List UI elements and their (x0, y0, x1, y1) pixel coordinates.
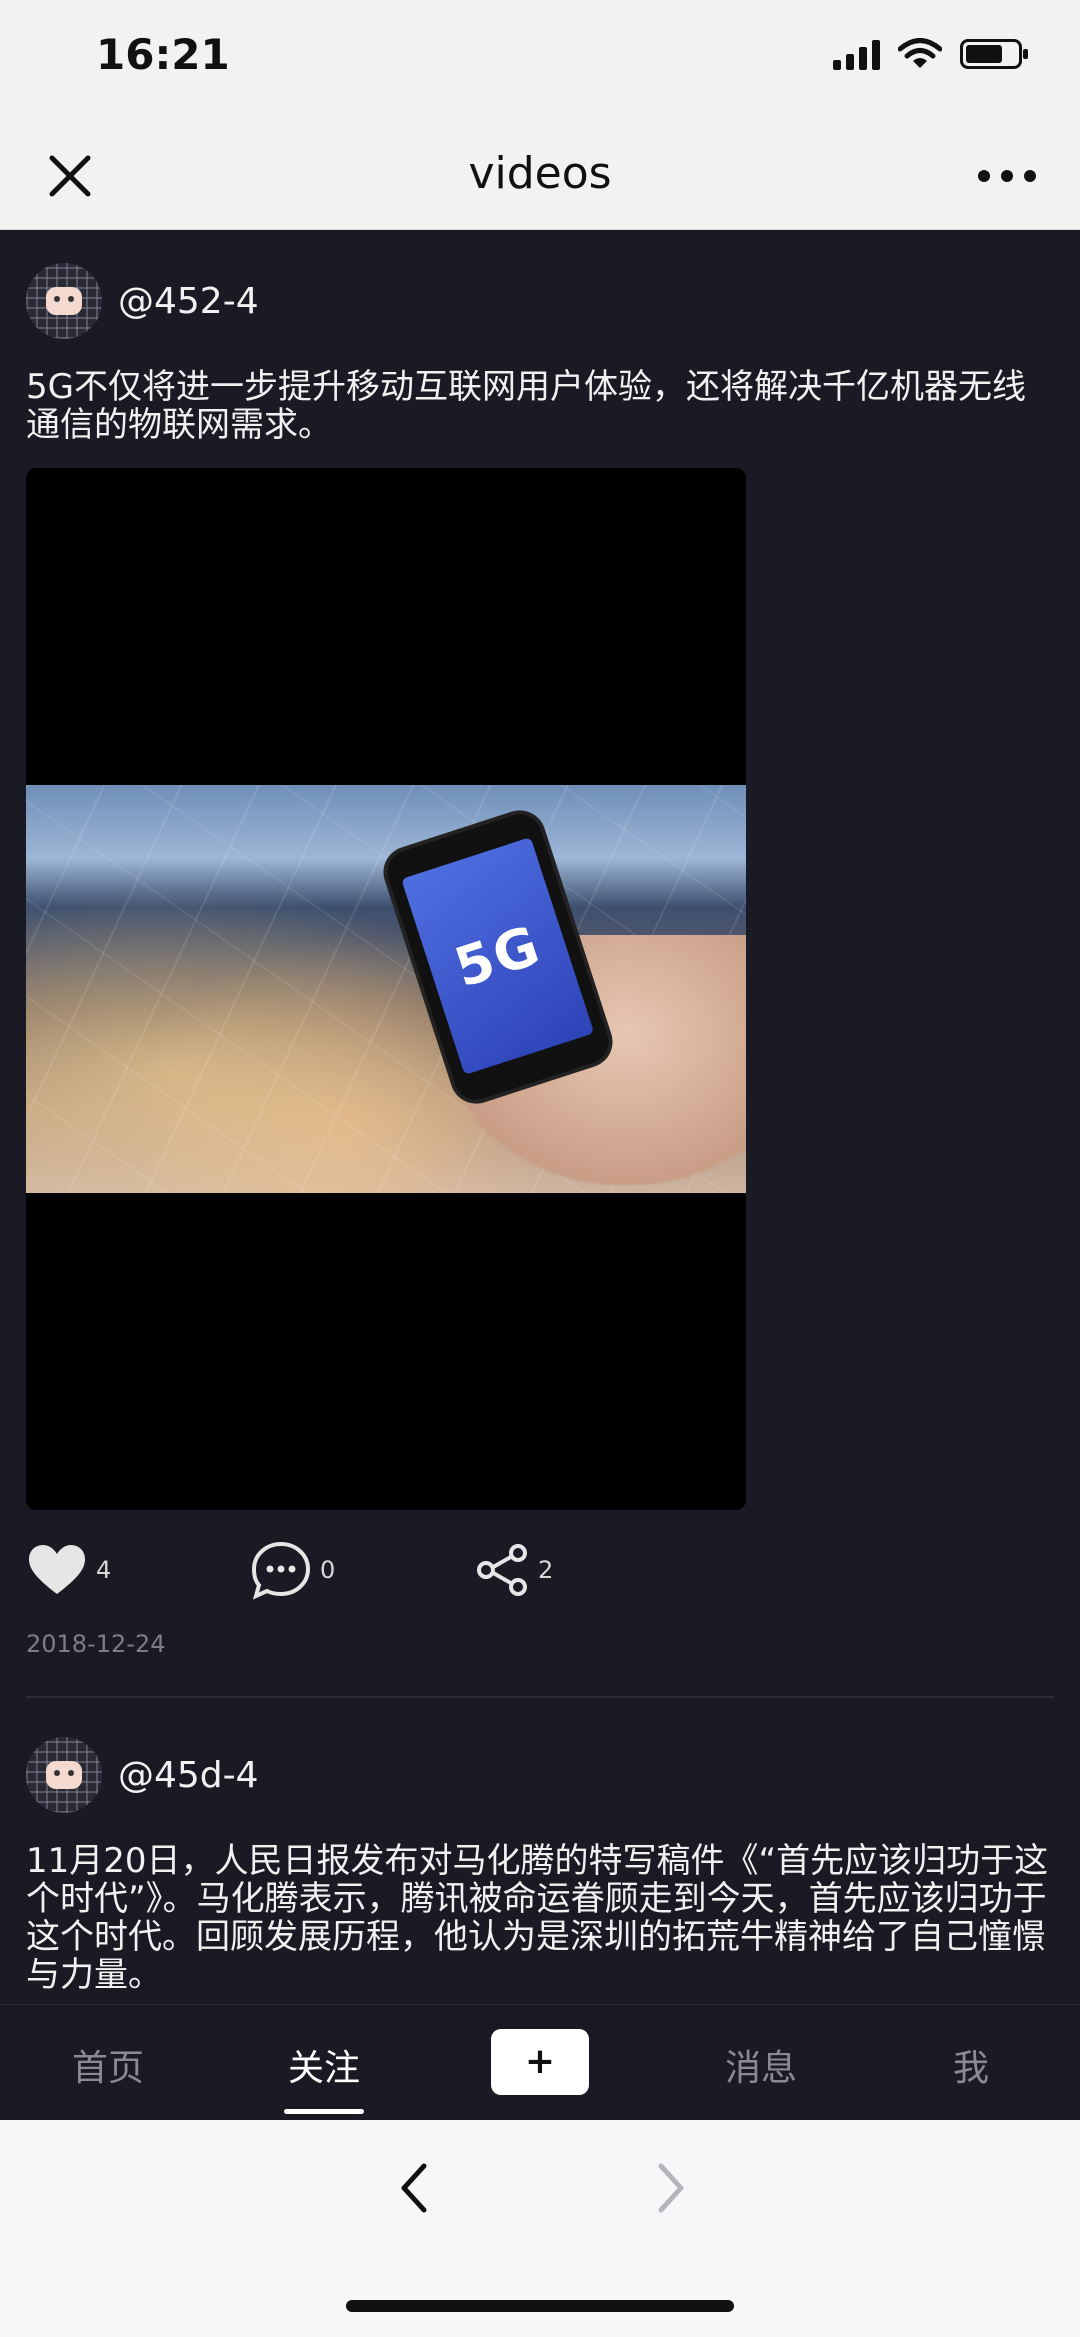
forward-arrow-icon[interactable] (645, 2158, 695, 2218)
comment-count: 0 (320, 1556, 336, 1584)
page-title: videos (468, 148, 612, 199)
share-count: 2 (538, 1556, 554, 1584)
video-thumbnail: 5G (26, 785, 746, 1193)
wifi-icon (898, 38, 942, 68)
like-count: 4 (96, 1556, 112, 1584)
avatar[interactable] (26, 263, 102, 339)
status-bar: 16:21 (0, 0, 1080, 118)
post-text: 5G不仅将进一步提升移动互联网用户体验，还将解决千亿机器无线通信的物联网需求。 (26, 367, 1026, 445)
tab-bar: 首页 关注 + 消息 我 (0, 2004, 1080, 2120)
post-header: @452-4 (26, 230, 1054, 366)
tab-following[interactable]: 关注 (244, 2039, 404, 2091)
nav-bar: videos (0, 118, 1080, 230)
avatar[interactable] (26, 1737, 102, 1813)
battery-icon (960, 39, 1028, 69)
post-date: 2018-12-24 (26, 1630, 166, 1658)
video-feed[interactable]: @452-4 5G不仅将进一步提升移动互联网用户体验，还将解决千亿机器无线通信的… (0, 230, 1080, 2004)
heart-icon (29, 1545, 85, 1594)
status-time: 16:21 (96, 30, 230, 79)
video-overlay-text: 5G (447, 912, 549, 1000)
like-button[interactable]: 4 (26, 1542, 250, 1598)
comment-button[interactable]: 0 (250, 1540, 474, 1600)
share-icon (477, 1544, 527, 1596)
tab-me[interactable]: 我 (891, 2039, 1051, 2091)
feed-post: @45d-4 11月20日，人民日报发布对马化腾的特写稿件《“首先应该归功于这个… (0, 1698, 1080, 1994)
username[interactable]: @452-4 (118, 281, 259, 322)
back-arrow-icon[interactable] (390, 2158, 440, 2218)
share-button[interactable]: 2 (474, 1542, 698, 1598)
status-icons (833, 38, 1028, 70)
home-indicator[interactable] (346, 2300, 734, 2312)
post-actions: 4 0 2 (26, 1510, 1054, 1630)
post-text: 11月20日，人民日报发布对马化腾的特写稿件《“首先应该归功于这个时代”》。马化… (26, 1841, 1049, 1995)
post-header: @45d-4 (26, 1698, 1054, 1840)
add-post-button[interactable]: + (491, 2029, 589, 2095)
more-options-icon[interactable] (972, 146, 1042, 206)
active-tab-indicator (284, 2109, 364, 2114)
username[interactable]: @45d-4 (118, 1755, 259, 1796)
feed-post: @452-4 5G不仅将进一步提升移动互联网用户体验，还将解决千亿机器无线通信的… (0, 230, 1080, 1696)
tab-messages[interactable]: 消息 (681, 2039, 841, 2091)
tab-home[interactable]: 首页 (28, 2039, 188, 2091)
video-player[interactable]: 5G (26, 468, 746, 1510)
comment-icon (251, 1541, 311, 1600)
cellular-signal-icon (833, 38, 880, 70)
